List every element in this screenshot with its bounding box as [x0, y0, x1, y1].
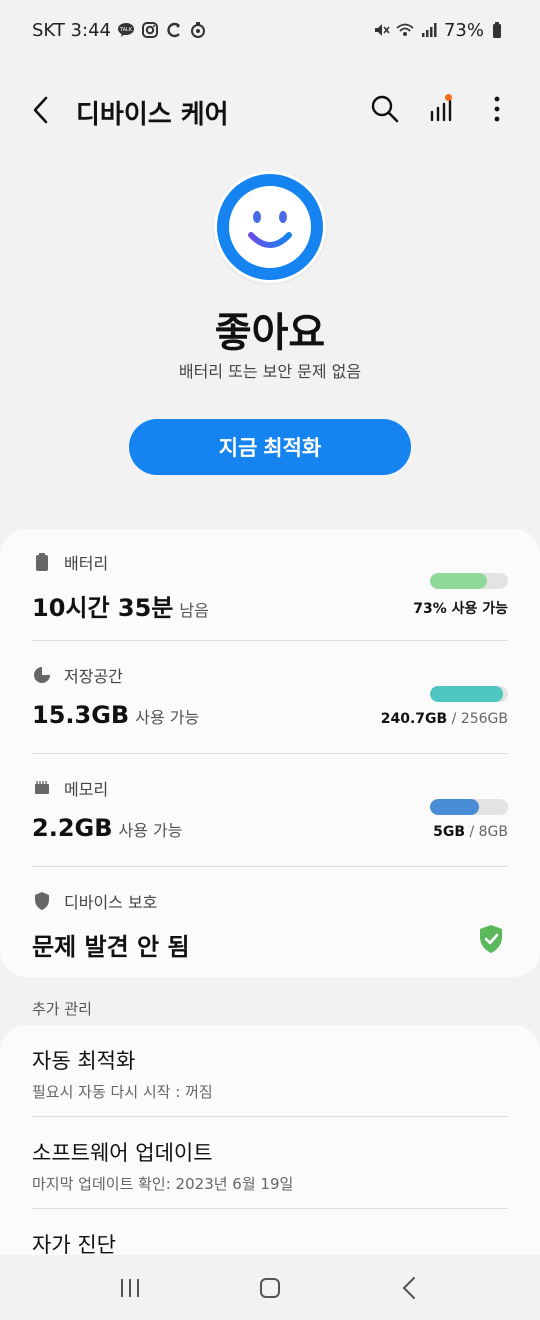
back-button[interactable] [26, 94, 58, 126]
battery-icon [32, 552, 52, 572]
storage-meter-fill [430, 686, 504, 702]
protection-value: 문제 발견 안 됨 [32, 933, 190, 961]
divider [32, 753, 508, 754]
battery-meter [430, 573, 508, 589]
memory-meter-fill [430, 799, 480, 815]
memory-unit: 사용 가능 [118, 821, 183, 840]
memory-used: 5GB [433, 824, 466, 840]
item-subtitle: 필요시 자동 다시 시작 : 꺼짐 [32, 1083, 213, 1101]
protection-label: 디바이스 보호 [64, 893, 158, 912]
divider [32, 866, 508, 867]
optimize-now-button[interactable]: 지금 최적화 [129, 419, 411, 475]
storage-unit: 사용 가능 [135, 708, 200, 727]
protection-row[interactable]: 디바이스 보호 문제 발견 안 됨 [32, 889, 508, 962]
status-subtitle: 배터리 또는 보안 문제 없음 [178, 362, 362, 381]
signal-icon [420, 21, 438, 39]
status-left: SKT 3:44 TALK [32, 20, 207, 41]
home-button[interactable] [250, 1268, 290, 1308]
list-item-software-update[interactable]: 소프트웨어 업데이트 마지막 업데이트 확인: 2023년 6월 19일 [32, 1137, 508, 1194]
memory-chip-icon [32, 778, 52, 798]
battery-available: 73% 사용 가능 [413, 601, 508, 617]
app-bar-actions [368, 92, 514, 126]
instagram-icon [141, 21, 159, 39]
divider [32, 1116, 508, 1117]
battery-label: 배터리 [64, 554, 109, 573]
chevron-left-icon [402, 1276, 415, 1299]
more-vertical-icon [494, 96, 500, 122]
memory-value: 2.2GB [32, 814, 113, 842]
status-smiley-icon [214, 171, 326, 283]
section-heading: 추가 관리 [32, 1000, 92, 1018]
app-bar: 디바이스 케어 [0, 80, 540, 140]
page-title: 디바이스 케어 [76, 100, 229, 130]
divider [32, 640, 508, 641]
memory-meter [430, 799, 508, 815]
item-subtitle: 마지막 업데이트 확인: 2023년 6월 19일 [32, 1175, 294, 1193]
shield-icon [32, 891, 52, 911]
back-nav-button[interactable] [390, 1268, 430, 1308]
item-title: 자동 최적화 [32, 1049, 136, 1073]
shield-small-icon [189, 21, 207, 39]
extra-card: 자동 최적화 필요시 자동 다시 시작 : 꺼짐 소프트웨어 업데이트 마지막 … [0, 1025, 540, 1285]
status-title: 좋아요 [214, 310, 326, 356]
more-options-button[interactable] [480, 92, 514, 126]
memory-total: / 8GB [465, 824, 508, 840]
stats-icon [430, 98, 452, 122]
stats-button[interactable] [424, 92, 458, 126]
battery-meter-fill [430, 573, 487, 589]
item-title: 소프트웨어 업데이트 [32, 1141, 213, 1165]
storage-caption: 240.7GB / 256GB [381, 711, 508, 727]
storage-label: 저장공간 [64, 667, 123, 686]
memory-label: 메모리 [64, 780, 109, 799]
status-card: 배터리 10시간 35분 남음 73% 사용 가능 저장공간 15.3GB 사용… [0, 529, 540, 977]
battery-percent: 73% [443, 19, 484, 41]
battery-time-value: 10시간 35분 [32, 594, 174, 622]
pie-chart-icon [32, 665, 52, 685]
search-button[interactable] [368, 92, 402, 126]
search-icon [371, 95, 399, 123]
svg-text:TALK: TALK [119, 27, 133, 33]
c-icon [165, 21, 183, 39]
status-right: 73% [372, 20, 508, 41]
recent-apps-button[interactable] [110, 1268, 150, 1308]
battery-caption: 73% 사용 가능 [413, 598, 508, 618]
recent-apps-icon [121, 1278, 139, 1297]
home-icon [260, 1277, 280, 1298]
chevron-left-icon [33, 96, 48, 124]
shield-check-icon [478, 924, 504, 954]
memory-caption: 5GB / 8GB [433, 824, 508, 840]
talk-icon: TALK [117, 21, 135, 39]
storage-total: / 256GB [447, 711, 508, 727]
storage-value: 15.3GB [32, 701, 130, 729]
storage-used: 240.7GB [380, 711, 448, 727]
notification-dot [445, 94, 452, 101]
navigation-bar [0, 1255, 540, 1320]
wifi-icon [396, 21, 414, 39]
list-item-auto-optimize[interactable]: 자동 최적화 필요시 자동 다시 시작 : 꺼짐 [32, 1045, 508, 1102]
divider [32, 1208, 508, 1209]
status-bar: SKT 3:44 TALK 73% [0, 0, 540, 60]
battery-icon [490, 21, 508, 39]
mute-icon [372, 21, 390, 39]
battery-unit: 남음 [179, 601, 209, 620]
storage-meter [430, 686, 508, 702]
status-time: SKT 3:44 [32, 19, 111, 41]
